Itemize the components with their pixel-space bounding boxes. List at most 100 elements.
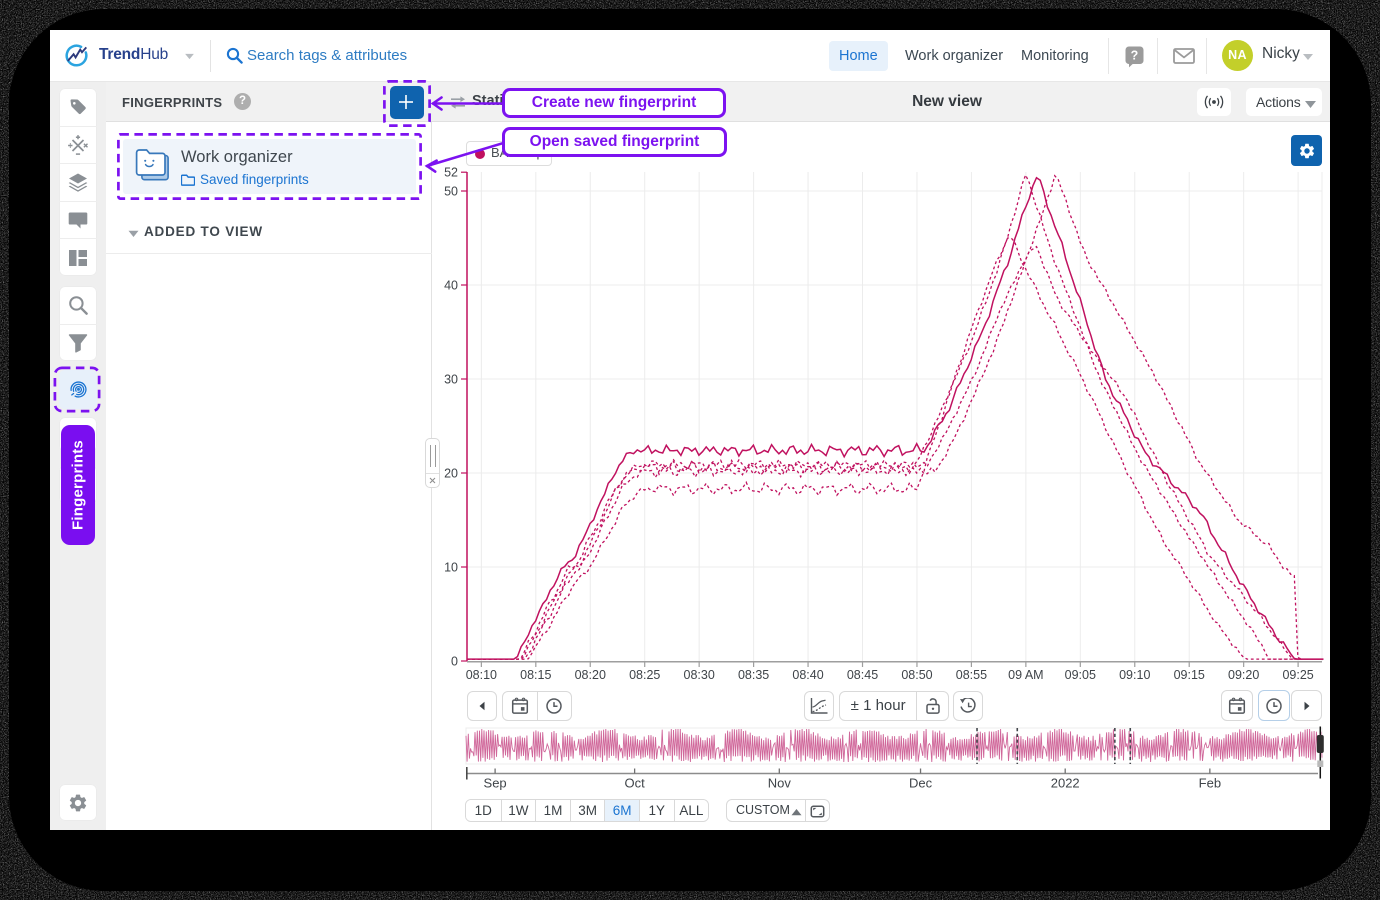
svg-text:08:35: 08:35 bbox=[738, 668, 769, 682]
user-name[interactable]: Nicky bbox=[1262, 45, 1300, 63]
tool-sidebar: Fingerprints bbox=[50, 82, 106, 830]
svg-text:08:25: 08:25 bbox=[629, 668, 660, 682]
zoom-preset-1m[interactable]: 1M bbox=[535, 800, 570, 821]
history-icon bbox=[959, 698, 977, 714]
sidebar-tool-calculations[interactable] bbox=[59, 126, 97, 164]
zoom-preset-3m[interactable]: 3M bbox=[570, 800, 605, 821]
context-calendar-end-button[interactable] bbox=[1222, 691, 1252, 720]
context-duration-button[interactable]: ± 1 hour bbox=[840, 692, 916, 720]
search-tool-icon bbox=[68, 295, 88, 315]
chart-gear-icon bbox=[1298, 142, 1316, 160]
sidebar-card-secondary bbox=[59, 286, 97, 361]
brand-caret-icon[interactable] bbox=[184, 53, 195, 60]
panel-help-icon[interactable]: ? bbox=[234, 93, 251, 110]
sidebar-card-primary bbox=[59, 88, 97, 276]
added-to-view-section[interactable]: ADDED TO VIEW bbox=[106, 215, 432, 254]
apply-to-context-button[interactable] bbox=[805, 800, 829, 821]
saved-fingerprint-folder-item[interactable]: Work organizer Saved fingerprints bbox=[123, 139, 416, 194]
zoom-preset-1w[interactable]: 1W bbox=[501, 800, 536, 821]
svg-text:08:20: 08:20 bbox=[575, 668, 606, 682]
lock-open-icon bbox=[925, 698, 940, 715]
svg-text:09:25: 09:25 bbox=[1282, 668, 1313, 682]
sidebar-settings[interactable] bbox=[59, 784, 97, 821]
folder-item-title: Work organizer bbox=[181, 148, 293, 167]
sidebar-tool-filter[interactable] bbox=[59, 324, 97, 362]
nav-tab-monitoring[interactable]: Monitoring bbox=[1011, 41, 1099, 71]
live-mode-button[interactable] bbox=[1197, 88, 1231, 116]
timeline-overview[interactable]: SepOctNovDec2022Feb bbox=[456, 722, 1326, 796]
sidebar-tool-layers[interactable] bbox=[59, 163, 97, 201]
chart-area: 010203040505208:1008:1508:2008:2508:3008… bbox=[432, 122, 1330, 830]
user-menu-caret-icon[interactable] bbox=[1302, 53, 1314, 61]
sidebar-tool-dashboards[interactable] bbox=[59, 238, 97, 276]
dashboard-icon bbox=[68, 248, 88, 268]
folder-smiley-icon bbox=[135, 147, 173, 187]
svg-text:08:40: 08:40 bbox=[792, 668, 823, 682]
svg-text:08:55: 08:55 bbox=[956, 668, 987, 682]
zoom-preset-6m[interactable]: 6M bbox=[604, 800, 639, 821]
calendar-icon bbox=[511, 698, 528, 715]
pill-divider bbox=[426, 473, 439, 474]
nav-tab-home[interactable]: Home bbox=[829, 41, 888, 71]
context-start-group bbox=[502, 691, 572, 721]
close-scale-icon[interactable] bbox=[429, 477, 436, 484]
context-history-button[interactable] bbox=[953, 691, 983, 721]
desktop-background: {"colors":{"accent_blue":"#1b74d1","butt… bbox=[0, 0, 1380, 900]
svg-text:08:15: 08:15 bbox=[520, 668, 551, 682]
custom-range-button[interactable]: CUSTOM bbox=[727, 800, 805, 821]
context-calendar-start-button[interactable] bbox=[503, 692, 537, 720]
svg-text:2022: 2022 bbox=[1051, 776, 1080, 791]
layers-icon bbox=[68, 172, 89, 192]
svg-text:09:15: 09:15 bbox=[1174, 668, 1205, 682]
svg-text:20: 20 bbox=[444, 467, 458, 481]
view-title: New view bbox=[847, 93, 1047, 111]
trend-compare-icon bbox=[810, 698, 828, 715]
chart-settings-button[interactable] bbox=[1291, 135, 1322, 166]
sidebar-tool-tags[interactable] bbox=[59, 88, 97, 126]
clock-icon bbox=[1266, 697, 1283, 714]
panel-title: FINGERPRINTS bbox=[122, 95, 222, 110]
y-axis-scale-handle[interactable] bbox=[425, 438, 440, 488]
navbar-divider bbox=[210, 40, 211, 72]
zoom-preset-1d[interactable]: 1D bbox=[466, 800, 501, 821]
svg-text:10: 10 bbox=[444, 561, 458, 575]
create-fingerprint-button[interactable] bbox=[390, 86, 424, 119]
section-collapse-caret-icon[interactable] bbox=[128, 230, 139, 238]
trend-chart[interactable]: 010203040505208:1008:1508:2008:2508:3008… bbox=[432, 122, 1330, 720]
folder-item-subtitle[interactable]: Saved fingerprints bbox=[181, 172, 309, 187]
gear-icon bbox=[68, 792, 89, 813]
top-navbar: TrendHub Search tags & attributes Home W… bbox=[50, 30, 1330, 82]
navbar-divider bbox=[1108, 38, 1109, 74]
search-input[interactable]: Search tags & attributes bbox=[247, 47, 407, 64]
help-glyph: ? bbox=[1131, 49, 1139, 63]
mail-icon[interactable] bbox=[1173, 48, 1195, 64]
navbar-divider bbox=[1157, 38, 1158, 74]
brand-wordmark[interactable]: TrendHub bbox=[99, 46, 168, 64]
svg-text:50: 50 bbox=[444, 185, 458, 199]
context-next-button[interactable] bbox=[1291, 690, 1322, 721]
svg-text:0: 0 bbox=[451, 655, 458, 669]
svg-text:08:10: 08:10 bbox=[466, 668, 497, 682]
swap-arrows-icon[interactable] bbox=[450, 96, 466, 109]
actions-button[interactable]: Actions bbox=[1246, 88, 1322, 116]
plus-icon bbox=[398, 94, 414, 110]
sidebar-tool-comments[interactable] bbox=[59, 201, 97, 239]
svg-text:09:05: 09:05 bbox=[1065, 668, 1096, 682]
user-avatar[interactable]: NA bbox=[1222, 40, 1253, 71]
zoom-preset-all[interactable]: ALL bbox=[674, 800, 709, 821]
sidebar-tool-fingerprints[interactable] bbox=[59, 370, 97, 409]
sidebar-tool-search[interactable] bbox=[59, 286, 97, 324]
nav-tab-work-organizer[interactable]: Work organizer bbox=[895, 41, 1013, 71]
help-icon[interactable]: ? bbox=[1125, 46, 1144, 68]
custom-caret-up-icon bbox=[791, 808, 802, 816]
zoom-preset-1y[interactable]: 1Y bbox=[639, 800, 674, 821]
context-prev-button[interactable] bbox=[467, 691, 497, 721]
context-lock-button[interactable] bbox=[916, 692, 948, 720]
context-time-start-button[interactable] bbox=[537, 692, 571, 720]
fingerprints-tab[interactable]: Fingerprints bbox=[61, 425, 95, 545]
context-time-end-button[interactable] bbox=[1259, 691, 1289, 720]
broadcast-icon bbox=[1204, 95, 1224, 109]
callout-open-fingerprint: Open saved fingerprint bbox=[502, 127, 727, 157]
clock-icon bbox=[546, 698, 563, 715]
compare-trends-button[interactable] bbox=[804, 691, 834, 721]
